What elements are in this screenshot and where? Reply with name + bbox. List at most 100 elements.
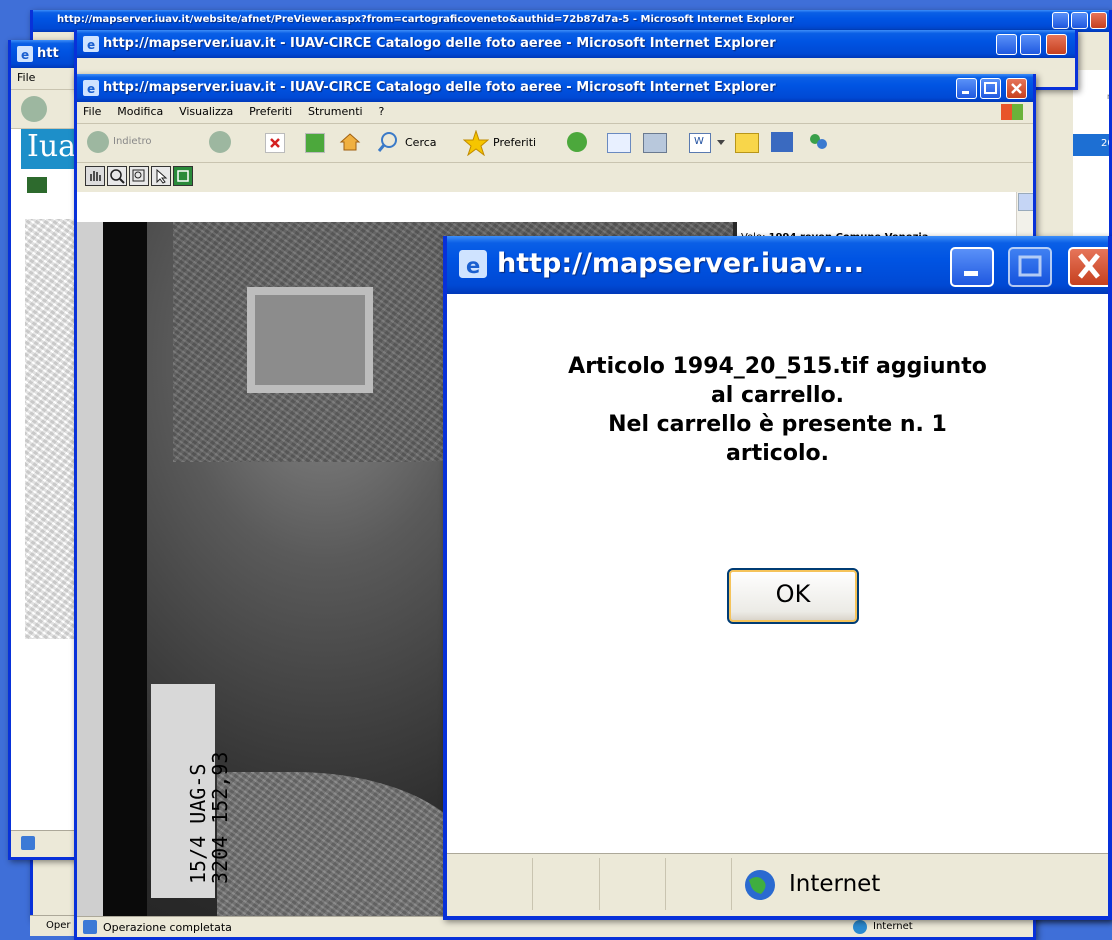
ie-icon: e [17,46,33,62]
film-label: 15/4 UAG-S 3204 152,93 [151,684,232,898]
close-button[interactable] [1090,12,1107,29]
ie-icon: e [83,36,99,52]
close-button[interactable] [1006,78,1027,99]
status-page-icon [83,920,97,934]
globe-icon [745,870,775,900]
back-window-titlebar[interactable]: http://mapserver.iuav.it/website/afnet/P… [33,10,1109,32]
film-edge [103,222,147,922]
film-label-text: 15/4 UAG-S 3204 152,93 [186,751,232,884]
middle-window-title: http://mapserver.iuav.it - IUAV-CIRCE Ca… [103,36,776,51]
maximize-button[interactable] [1008,247,1052,287]
folder-icon[interactable] [735,133,759,153]
research-icon[interactable] [771,132,793,152]
back-arrow-icon[interactable] [21,96,47,122]
ie-icon: e [459,250,487,278]
word-icon-glyph: W [694,136,704,147]
word-icon[interactable]: W [689,133,711,153]
film-border [77,222,103,922]
messenger-icon[interactable] [807,132,829,152]
ok-label: OK [775,580,811,608]
film-line-2: 3204 152,93 [208,751,232,884]
menu-preferiti[interactable]: Preferiti [243,102,298,118]
windows-logo-icon [1001,104,1023,120]
brand-logo-icon [27,177,47,193]
message-line-4: articolo. [726,441,829,466]
home-icon[interactable] [339,132,361,152]
search-label: Cerca [405,136,437,149]
status-text: Operazione completata [103,921,232,934]
ok-button[interactable]: OK [727,568,859,624]
page-icon [21,836,35,850]
status-divider [599,858,600,910]
favorites-label: Preferiti [493,136,537,149]
minimize-button[interactable] [950,247,994,287]
star-icon [463,130,489,156]
mail-icon[interactable] [607,133,631,153]
history-icon[interactable] [567,132,587,152]
menu-strumenti[interactable]: Strumenti [302,102,369,118]
dialog-status-zone: Internet [789,871,881,897]
left-status-fragment-bar: Oper [30,915,80,936]
minimize-button[interactable] [1052,12,1069,29]
select-arrow-icon[interactable] [151,166,171,186]
print-icon[interactable] [643,133,667,153]
minimize-button[interactable] [996,34,1017,55]
svg-text:e: e [466,254,480,278]
photo-piazza [247,287,373,393]
zoom-box-icon[interactable] [129,166,149,186]
status-zone: Internet [873,921,913,932]
zoom-in-icon[interactable] [107,166,127,186]
svg-text:e: e [21,48,29,62]
back-arrow-icon [87,131,109,153]
menu-modifica[interactable]: Modifica [111,102,169,118]
alert-dialog: e http://mapserver.iuav.... Articolo 199… [443,236,1112,920]
main-menubar: File Modifica Visualizza Preferiti Strum… [77,102,1033,124]
full-extent-icon[interactable] [173,166,193,186]
minimize-button[interactable] [956,78,977,99]
search-icon [377,132,397,152]
dialog-title: http://mapserver.iuav.... [497,248,865,279]
left-window-title: htt [37,46,59,61]
maximize-button[interactable] [980,78,1001,99]
status-divider [731,858,732,910]
svg-text:e: e [87,38,95,52]
dialog-statusbar: Internet [447,853,1108,916]
maximize-button[interactable] [1020,34,1041,55]
close-button[interactable] [1046,34,1067,55]
brand-text: Iua [27,129,77,164]
close-button[interactable] [1068,247,1108,287]
status-divider [665,858,666,910]
middle-window-titlebar[interactable]: e http://mapserver.iuav.it - IUAV-CIRCE … [77,30,1075,58]
svg-text:e: e [87,82,95,96]
menu-fragment: menti [1107,92,1109,101]
menu-help[interactable]: ? [372,102,390,118]
dialog-body: Articolo 1994_20_515.tif aggiunto al car… [447,294,1108,858]
refresh-icon[interactable] [305,133,325,153]
scroll-up-icon[interactable] [1018,193,1033,211]
main-window-title: http://mapserver.iuav.it - IUAV-CIRCE Ca… [103,80,776,95]
map-tools [85,164,285,190]
dropdown-icon[interactable] [717,140,725,145]
menu-file[interactable]: File [77,102,107,118]
main-toolbar: Indietro Cerca Preferiti W [77,124,1033,163]
back-label: Indietro [113,136,152,147]
tab-strip: 200 [1073,134,1109,156]
maximize-button[interactable] [1071,12,1088,29]
back-window-title: http://mapserver.iuav.it/website/afnet/P… [57,14,794,25]
forward-arrow-icon[interactable] [209,131,231,153]
message-line-2: al carrello. [710,383,845,408]
dialog-titlebar[interactable]: e http://mapserver.iuav.... [447,236,1108,294]
message-line-3: Nel carrello è presente n. 1 [608,412,947,437]
year-fragment: 200 [1101,138,1109,149]
search-button[interactable]: Cerca [377,130,457,156]
status-divider [532,858,533,910]
menu-file[interactable]: File [11,68,41,84]
menu-visualizza[interactable]: Visualizza [173,102,239,118]
pan-tool-icon[interactable] [85,166,105,186]
favorites-button[interactable]: Preferiti [463,130,559,156]
status-globe-icon [853,920,867,934]
main-window-titlebar[interactable]: e http://mapserver.iuav.it - IUAV-CIRCE … [77,74,1033,102]
ie-icon: e [83,80,99,96]
stop-icon[interactable] [265,133,285,153]
left-status-text: Oper [46,920,71,931]
